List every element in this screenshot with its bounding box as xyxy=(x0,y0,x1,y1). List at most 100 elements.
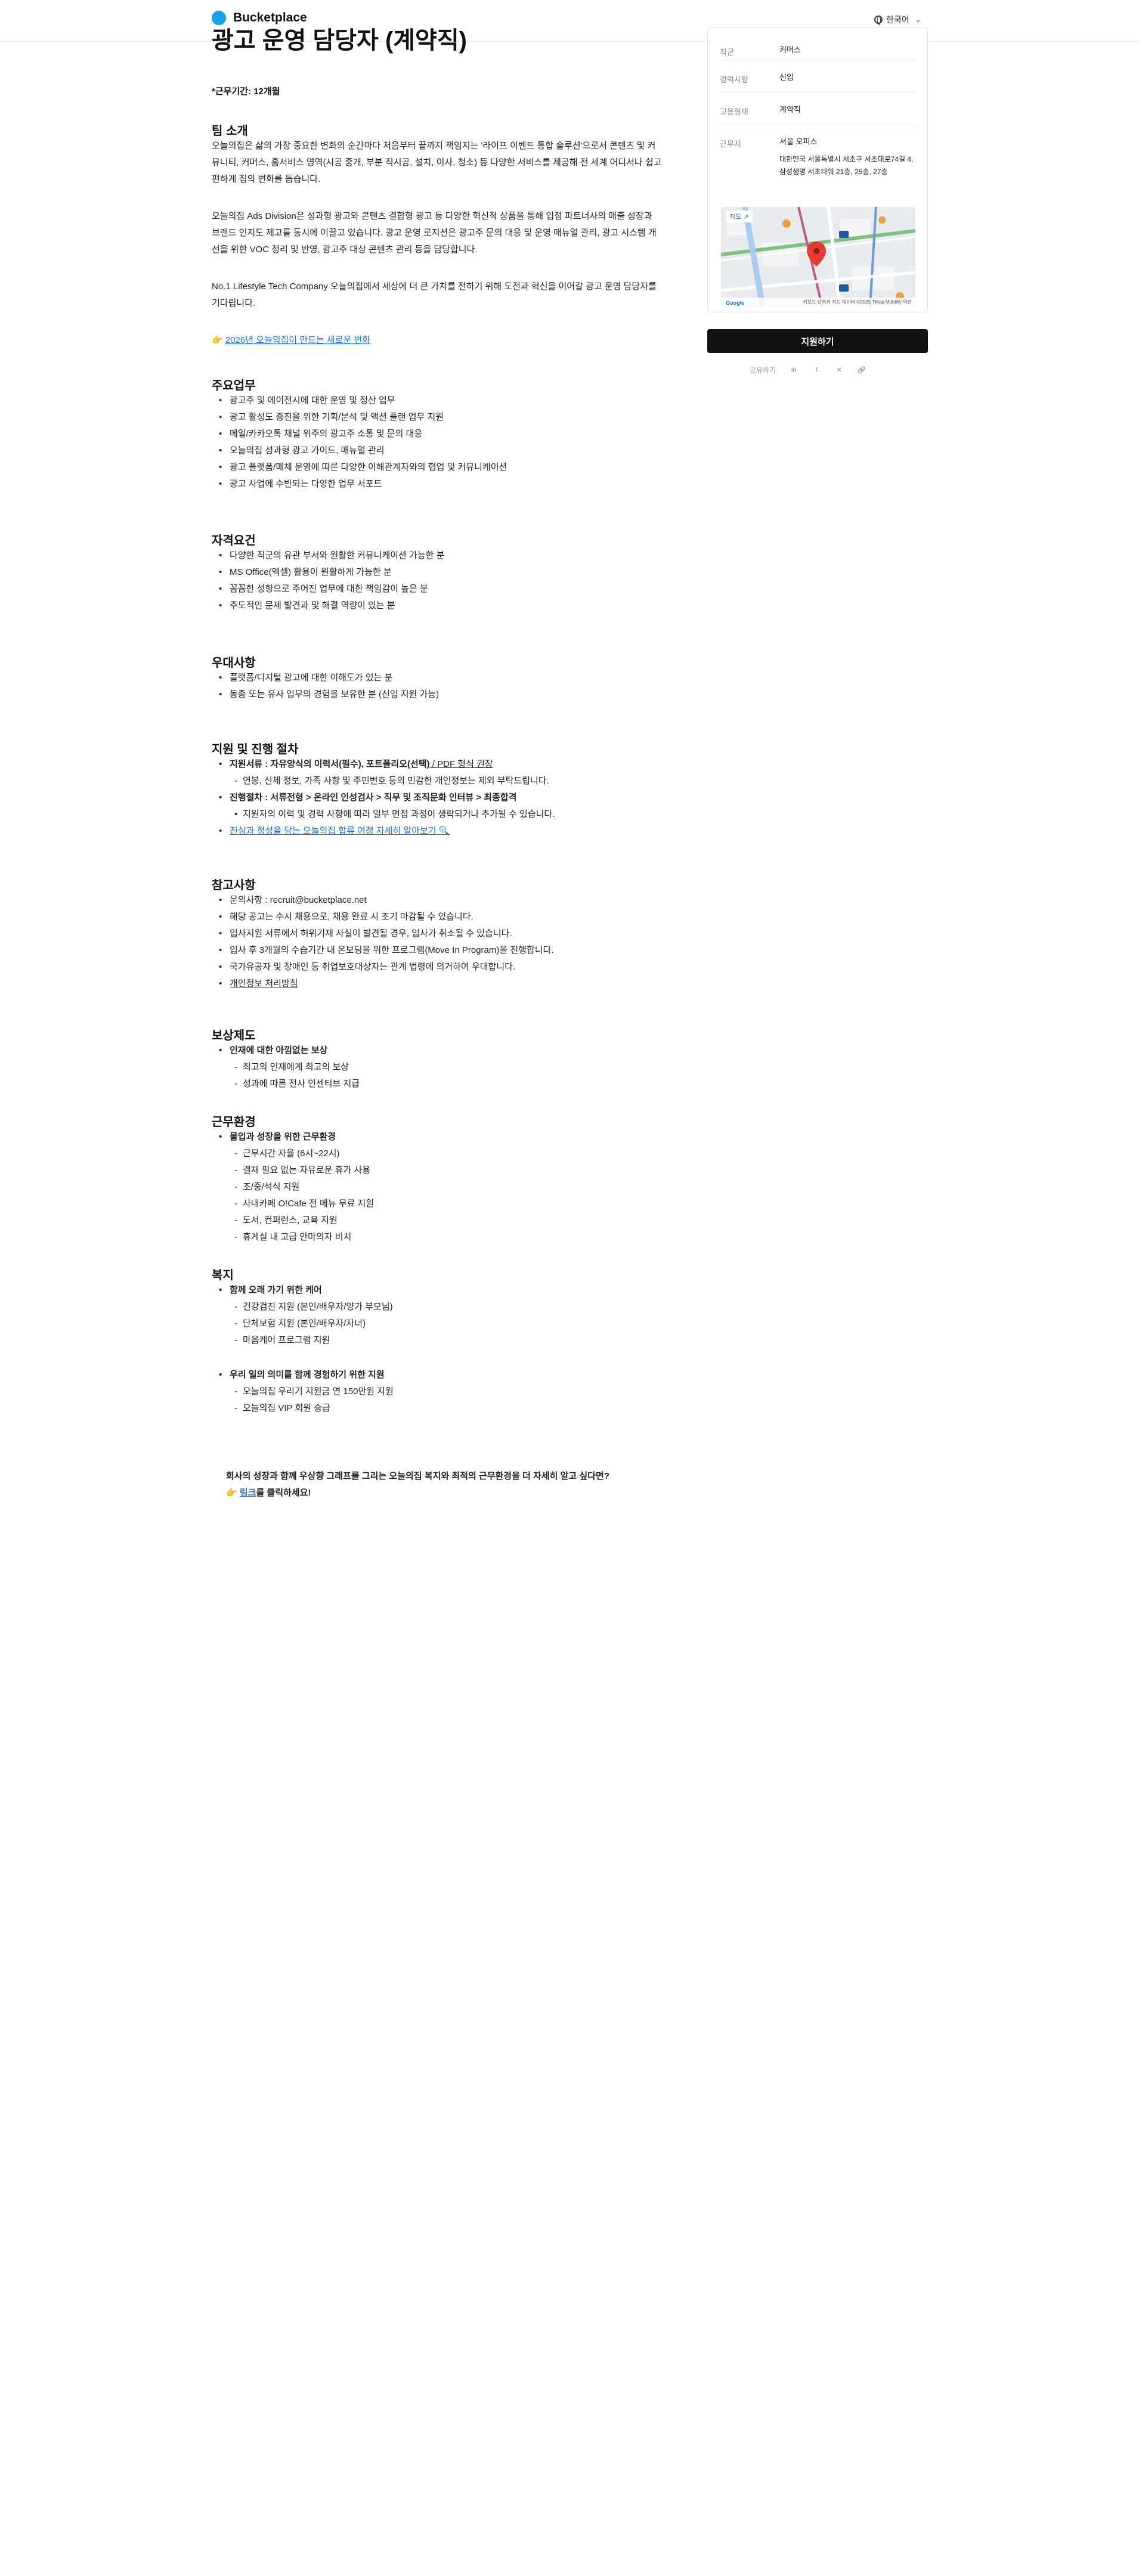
list-item: MS Office(엑셀) 활용이 원활하게 가능한 분 xyxy=(212,564,665,581)
location-name: 서울 오피스 xyxy=(779,137,818,146)
google-logo: Google xyxy=(726,300,744,306)
list-item: 조/중/석식 지원 xyxy=(212,1179,665,1196)
list-item: 단체보험 지원 (본인/배우자/자녀) xyxy=(212,1315,665,1332)
page-title: 광고 운영 담당자 (계약직) xyxy=(212,27,467,54)
list-item: 동종 또는 유사 업무의 경험을 보유한 분 (신입 지원 가능) xyxy=(212,686,665,703)
share-label: 공유하기 xyxy=(750,366,776,374)
linkedin-icon[interactable]: in xyxy=(789,366,798,375)
list-item: 주도적인 문제 발견과 및 해결 역량이 있는 분 xyxy=(212,597,665,614)
team-heading: 팀 소개 xyxy=(212,125,248,138)
list-item: 지원자의 이력 및 경력 사항에 따라 일부 면접 과정이 생략되거나 추가될 … xyxy=(212,806,665,823)
pointing-hand-icon: 👉 xyxy=(212,335,223,345)
apply-button[interactable]: 지원하기 xyxy=(707,329,928,353)
duties-list: 광고주 및 에이전시에 대한 운영 및 정산 업무 광고 활성도 증진을 위한 … xyxy=(212,392,665,493)
share-bar: 공유하기 in f ✕ 🔗 xyxy=(750,365,866,375)
list-item: 최고의 인재에게 최고의 보상 xyxy=(212,1059,665,1076)
list-item: 인재에 대한 아낌없는 보상 xyxy=(212,1042,665,1059)
closing-suffix: 를 클릭하세요! xyxy=(256,1488,311,1498)
compensation-heading: 보상제도 xyxy=(212,1029,256,1042)
language-selector[interactable]: 한국어 ⌄ xyxy=(874,14,921,26)
list-item: 건강검진 지원 (본인/배우자/양가 부모님) xyxy=(212,1299,665,1315)
brand-name: Bucketplace xyxy=(233,11,307,24)
info-value: 커머스 xyxy=(779,45,801,54)
process-heading: 지원 및 진행 절차 xyxy=(212,743,299,756)
notes-list: 문의사항 : recruit@bucketplace.net 해당 공고는 수시… xyxy=(212,892,665,992)
info-label: 직군 xyxy=(720,48,734,57)
office-map[interactable]: 지도 ↗ Google 키보드 단축키 지도 데이터 ©2025 TMap Mo… xyxy=(721,207,915,307)
list-item: 플랫폼/디지털 광고에 대한 이해도가 있는 분 xyxy=(212,670,665,686)
team-link-line: 👉 2026년 오늘의집이 만드는 새로운 변화 xyxy=(212,332,663,349)
list-item: 휴게실 내 고급 안마의자 비치 xyxy=(212,1229,665,1246)
welfare-list-1: 함께 오래 가기 위한 케어 건강검진 지원 (본인/배우자/양가 부모님) 단… xyxy=(212,1282,665,1349)
list-item: 오늘의집 성과형 광고 가이드, 매뉴얼 관리 xyxy=(212,442,665,459)
environment-heading: 근무환경 xyxy=(212,1116,256,1129)
list-item: 오늘의집 VIP 회원 승급 xyxy=(212,1400,665,1417)
list-item: 광고 사업에 수반되는 다양한 업무 서포트 xyxy=(212,476,665,493)
external-link-icon: ↗ xyxy=(743,213,749,221)
list-item: 입사 후 3개월의 수습기간 내 온보딩을 위한 프로그램(Move In Pr… xyxy=(212,942,665,959)
brand-logo[interactable]: Bucketplace xyxy=(212,11,307,25)
list-item: 우리 일의 의미를 함께 경험하기 위한 지원 xyxy=(212,1367,665,1383)
list-item: 광고주 및 에이전시에 대한 운영 및 정산 업무 xyxy=(212,392,665,409)
hiring-journey-link[interactable]: 진심과 정성을 담는 오늘의집 합류 여정 자세히 알아보기 🔍 xyxy=(230,826,450,836)
preferred-list: 플랫폼/디지털 광고에 대한 이해도가 있는 분 동종 또는 유사 업무의 경험… xyxy=(212,670,665,703)
map-attribution: 키보드 단축키 지도 데이터 ©2025 TMap Mobility 약관 xyxy=(803,299,912,305)
list-item: 도서, 컨퍼런스, 교육 지원 xyxy=(212,1212,665,1229)
list-item: 메일/카카오톡 채널 위주의 광고주 소통 및 문의 대응 xyxy=(212,426,665,442)
list-item: 진심과 정성을 담는 오늘의집 합류 여정 자세히 알아보기 🔍 xyxy=(212,823,665,840)
job-summary-panel: 직군 커머스 경력사항 신입 고용형태 계약직 근무지 서울 오피스 대한민국 … xyxy=(707,27,928,312)
map-badge-label: 지도 xyxy=(729,213,742,221)
location-address: 대한민국 서울특별시 서초구 서초대로74길 4, 삼성생명 서초타워 21층,… xyxy=(779,155,914,176)
closing-line: 회사의 성장과 함께 우상향 그래프를 그리는 오늘의집 복지와 최적의 근무환… xyxy=(226,1471,609,1481)
copy-link-icon[interactable]: 🔗 xyxy=(857,366,866,375)
chevron-down-icon: ⌄ xyxy=(915,16,921,24)
info-label: 근무지 xyxy=(720,140,741,148)
preferred-heading: 우대사항 xyxy=(212,657,256,670)
team-paragraph-2: 오늘의집 Ads Division은 성과형 광고와 콘텐츠 결합형 광고 등 … xyxy=(212,211,657,255)
team-vision-link[interactable]: 2026년 오늘의집이 만드는 새로운 변화 xyxy=(225,335,370,345)
list-item: 광고 활성도 증진을 위한 기획/분석 및 액션 플랜 업무 지원 xyxy=(212,409,665,426)
environment-list: 몰입과 성장을 위한 근무환경 근무시간 자율 (6시~22시) 결재 필요 없… xyxy=(212,1129,665,1246)
team-paragraph-3: No.1 Lifestyle Tech Company 오늘의집에서 세상에 더… xyxy=(212,281,657,308)
team-paragraph-1: 오늘의집은 삶의 가장 중요한 변화의 순간마다 처음부터 끝까지 책임지는 '… xyxy=(212,141,662,184)
welfare-details-link[interactable]: 링크 xyxy=(240,1488,256,1498)
compensation-list: 인재에 대한 아낌없는 보상 최고의 인재에게 최고의 보상 성과에 따른 전사… xyxy=(212,1042,665,1092)
welfare-list-2: 우리 일의 의미를 함께 경험하기 위한 지원 오늘의집 우리기 지원금 연 1… xyxy=(212,1367,665,1417)
pointing-hand-icon: 👉 xyxy=(226,1488,240,1498)
list-item: 연봉, 신체 정보, 가족 사항 및 주민번호 등의 민감한 개인정보는 제외 … xyxy=(212,773,665,789)
notes-heading: 참고사항 xyxy=(212,879,256,892)
x-twitter-icon[interactable]: ✕ xyxy=(834,366,844,375)
list-item: 오늘의집 우리기 지원금 연 150만원 지원 xyxy=(212,1383,665,1400)
info-label: 고용형태 xyxy=(720,107,748,116)
info-label: 경력사항 xyxy=(720,75,748,84)
list-item: 마음케어 프로그램 지원 xyxy=(212,1332,665,1349)
list-item: 꼼꼼한 성향으로 주어진 업무에 대한 책임감이 높은 분 xyxy=(212,581,665,597)
info-row-employment-type: 고용형태 계약직 xyxy=(720,92,917,125)
process-list: 지원서류 : 자유양식의 이력서(필수), 포트폴리오(선택) / PDF 형식… xyxy=(212,756,665,840)
list-item: 해당 공고는 수시 채용으로, 채용 완료 시 조기 마감될 수 있습니다. xyxy=(212,909,665,925)
info-value: 신입 xyxy=(779,73,794,82)
privacy-policy-link[interactable]: 개인정보 처리방침 xyxy=(230,979,298,989)
list-item: 지원서류 : 자유양식의 이력서(필수), 포트폴리오(선택) / PDF 형식… xyxy=(212,756,665,773)
closing-link-line: 👉 링크를 클릭하세요! xyxy=(226,1485,665,1501)
list-item: 성과에 따른 전사 인센티브 지급 xyxy=(212,1076,665,1092)
top-navigation-bar: Bucketplace 한국어 ⌄ xyxy=(0,0,1139,42)
list-item: 사내카페 O!Cafe 전 메뉴 무료 지원 xyxy=(212,1196,665,1212)
info-row-location: 근무지 서울 오피스 대한민국 서울특별시 서초구 서초대로74길 4, 삼성생… xyxy=(720,125,917,201)
list-item: 몰입과 성장을 위한 근무환경 xyxy=(212,1129,665,1145)
documents-label: 지원서류 : 자유양식의 이력서(필수), 포트폴리오(선택) xyxy=(230,759,430,769)
list-item: 개인정보 처리방침 xyxy=(212,976,665,992)
duties-heading: 주요업무 xyxy=(212,379,256,392)
map-open-badge[interactable]: 지도 ↗ xyxy=(726,210,753,222)
welfare-heading: 복지 xyxy=(212,1269,234,1282)
requirements-heading: 자격요건 xyxy=(212,534,256,547)
list-item: 함께 오래 가기 위한 케어 xyxy=(212,1282,665,1299)
list-item: 결재 필요 없는 자유로운 휴가 사용 xyxy=(212,1162,665,1179)
list-item: 국가유공자 및 장애인 등 취업보호대상자는 관계 법령에 의거하여 우대합니다… xyxy=(212,959,665,976)
list-item: 근무시간 자율 (6시~22시) xyxy=(212,1145,665,1162)
pdf-recommendation: / PDF 형식 권장 xyxy=(429,759,493,769)
language-label: 한국어 xyxy=(886,15,909,24)
list-item: 광고 플랫폼/매체 운영에 따른 다양한 이해관계자와의 협업 및 커뮤니케이션 xyxy=(212,459,665,476)
facebook-icon[interactable]: f xyxy=(812,366,821,375)
list-item: 진행절차 : 서류전형 > 온라인 인성검사 > 직무 및 조직문화 인터뷰 >… xyxy=(212,789,665,806)
